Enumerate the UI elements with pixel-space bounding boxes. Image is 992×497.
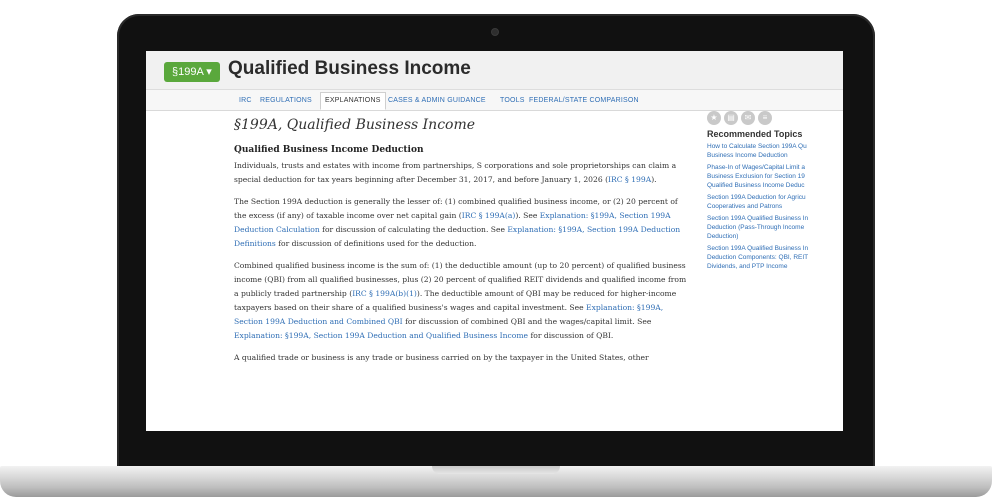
laptop-notch xyxy=(432,466,560,474)
recommended-topic-link[interactable]: Section 199A Qualified Business In Deduc… xyxy=(707,244,843,271)
action-icons: ★ ▤ ✉ ≡ xyxy=(707,111,843,125)
paragraph-3: Combined qualified business income is th… xyxy=(234,261,687,340)
tab-irc[interactable]: IRC xyxy=(239,93,252,109)
camera-icon xyxy=(491,28,499,36)
laptop-base xyxy=(0,466,992,497)
paragraph-2: The Section 199A deduction is generally … xyxy=(234,197,681,248)
section-dropdown[interactable]: §199A ▾ xyxy=(164,62,220,82)
link-irc-199a[interactable]: IRC § 199A xyxy=(608,175,651,184)
tab-cases-admin-guidance[interactable]: CASES & ADMIN GUIDANCE xyxy=(388,93,486,109)
tab-explanations[interactable]: EXPLANATIONS xyxy=(320,92,386,110)
recommended-topic-link[interactable]: Section 199A Deduction for Agricu Cooper… xyxy=(707,193,843,211)
tab-federal-state-comparison[interactable]: FEDERAL/STATE COMPARISON xyxy=(529,93,639,109)
paragraph-4: A qualified trade or business is any tra… xyxy=(234,353,649,362)
page-header: §199A ▾ Qualified Business Income xyxy=(146,51,843,90)
recommended-topic-link[interactable]: Section 199A Qualified Business In Deduc… xyxy=(707,214,843,241)
recommended-topic-link[interactable]: Phase-In of Wages/Capital Limit a Busine… xyxy=(707,163,843,190)
tab-bar: IRC REGULATIONS EXPLANATIONS CASES & ADM… xyxy=(146,90,843,111)
browser-screen: §199A ▾ Qualified Business Income IRC RE… xyxy=(146,51,843,431)
link-irc-199a-b1[interactable]: IRC § 199A(b)(1) xyxy=(352,289,417,298)
page-title: Qualified Business Income xyxy=(228,58,471,79)
document-title: §199A, Qualified Business Income xyxy=(234,117,476,133)
tab-tools[interactable]: TOOLS xyxy=(500,93,525,109)
document-body: §199A, Qualified Business Income Qualifi… xyxy=(234,117,690,373)
paragraph-1: Individuals, trusts and estates with inc… xyxy=(234,161,677,184)
sidebar: ★ ▤ ✉ ≡ Recommended Topics How to Calcul… xyxy=(707,111,843,274)
star-icon[interactable]: ★ xyxy=(707,111,721,125)
link-qualified-business-income[interactable]: Explanation: §199A, Section 199A Deducti… xyxy=(234,331,528,340)
print-icon[interactable]: ▤ xyxy=(724,111,738,125)
recommended-topic-link[interactable]: How to Calculate Section 199A Qu Busines… xyxy=(707,142,843,160)
section-heading: Qualified Business Income Deduction xyxy=(234,145,424,155)
link-irc-199a-a[interactable]: IRC § 199A(a) xyxy=(462,211,516,220)
email-icon[interactable]: ✉ xyxy=(741,111,755,125)
menu-icon[interactable]: ≡ xyxy=(758,111,772,125)
recommended-topics-title: Recommended Topics xyxy=(707,129,803,139)
tab-regulations[interactable]: REGULATIONS xyxy=(260,93,312,109)
